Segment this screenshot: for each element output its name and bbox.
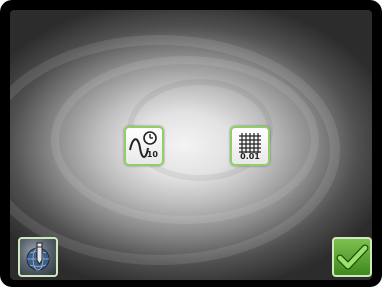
interval-value: 10 [146,150,158,159]
measure-interval-button[interactable]: 10 [124,126,164,166]
grid-resolution-value: 0.01 [240,152,260,161]
globe-pen-icon [26,242,50,271]
grid-resolution-button[interactable]: 0.01 [230,126,270,166]
screen: 10 0.01 [10,10,372,280]
device-frame: 10 0.01 [0,0,382,287]
settings-button[interactable] [18,237,58,277]
background-swirl [10,35,340,265]
confirm-button[interactable] [332,237,372,277]
checkmark-icon [336,244,369,270]
